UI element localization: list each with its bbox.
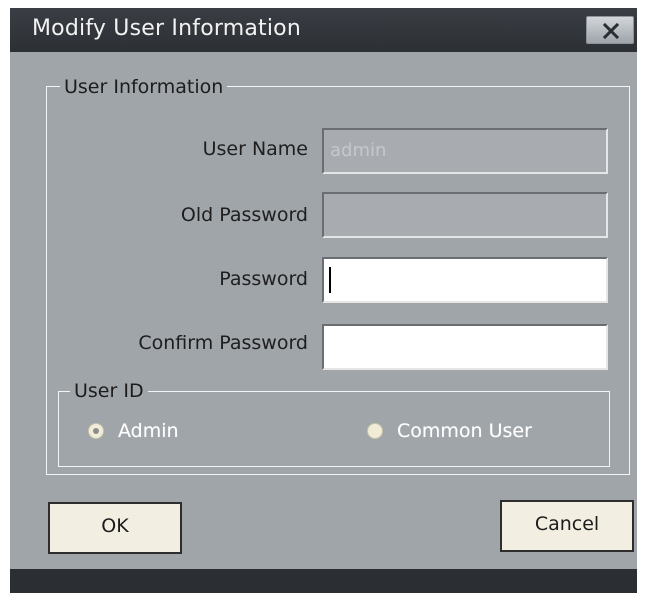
text-caret <box>329 267 331 293</box>
close-icon <box>603 23 619 39</box>
confirm-password-field[interactable] <box>322 324 608 370</box>
user-name-value: admin <box>330 140 387 161</box>
old-password-field <box>322 192 608 238</box>
cancel-button[interactable]: Cancel <box>500 500 634 552</box>
user-id-legend: User ID <box>70 380 148 402</box>
dialog-title: Modify User Information <box>32 16 301 41</box>
radio-admin-indicator <box>88 423 104 439</box>
radio-selected-dot <box>93 428 99 434</box>
user-name-field: admin <box>322 128 608 174</box>
password-field[interactable] <box>322 257 608 303</box>
modify-user-dialog: Modify User Information User Information… <box>10 8 637 593</box>
radio-admin-label: Admin <box>118 420 179 442</box>
user-name-label: User Name <box>202 138 308 160</box>
ok-button[interactable]: OK <box>48 502 182 554</box>
dialog-body: User Information User Name admin Old Pas… <box>10 52 637 569</box>
radio-common-user-label: Common User <box>397 420 532 442</box>
title-bar[interactable]: Modify User Information <box>10 8 637 52</box>
old-password-label: Old Password <box>180 204 308 226</box>
password-label: Password <box>219 268 308 290</box>
radio-common-user-indicator <box>367 423 383 439</box>
confirm-password-label: Confirm Password <box>138 332 308 354</box>
user-information-legend: User Information <box>60 76 228 98</box>
dialog-bottom-border <box>10 569 637 593</box>
close-button[interactable] <box>586 16 634 44</box>
